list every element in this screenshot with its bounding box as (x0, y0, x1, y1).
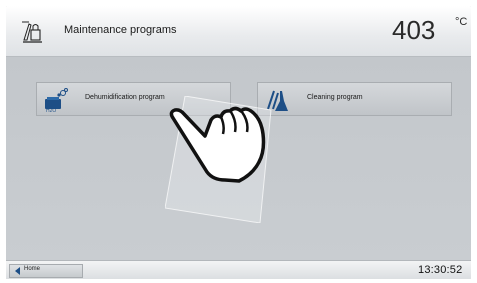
clock: 13:30:52 (418, 264, 463, 276)
dehumidification-program-label: Dehumidification program (85, 94, 165, 101)
footer-bar: Home 13:30:52 (6, 260, 471, 279)
maintenance-pen-icon (22, 21, 42, 43)
home-label: Home (24, 266, 41, 272)
dehumidification-icon: H2O (45, 88, 68, 113)
cleaning-program-label: Cleaning program (307, 94, 363, 101)
back-arrow-icon (15, 267, 20, 275)
temperature-value: 403 (392, 15, 436, 45)
temperature-unit: °C (455, 16, 468, 28)
svg-text:H2O: H2O (46, 108, 56, 113)
main-content: H2O Dehumidification program Cleaning pr… (6, 57, 471, 260)
cleaning-program-button[interactable]: Cleaning program (257, 82, 452, 116)
pointing-hand-icon (165, 96, 272, 223)
page-title: Maintenance programs (64, 24, 177, 36)
app-window: Maintenance programs 403 °C H2O Dehumidi… (6, 6, 471, 279)
header-bar: Maintenance programs 403 °C (6, 6, 471, 57)
home-button[interactable]: Home (9, 264, 83, 278)
